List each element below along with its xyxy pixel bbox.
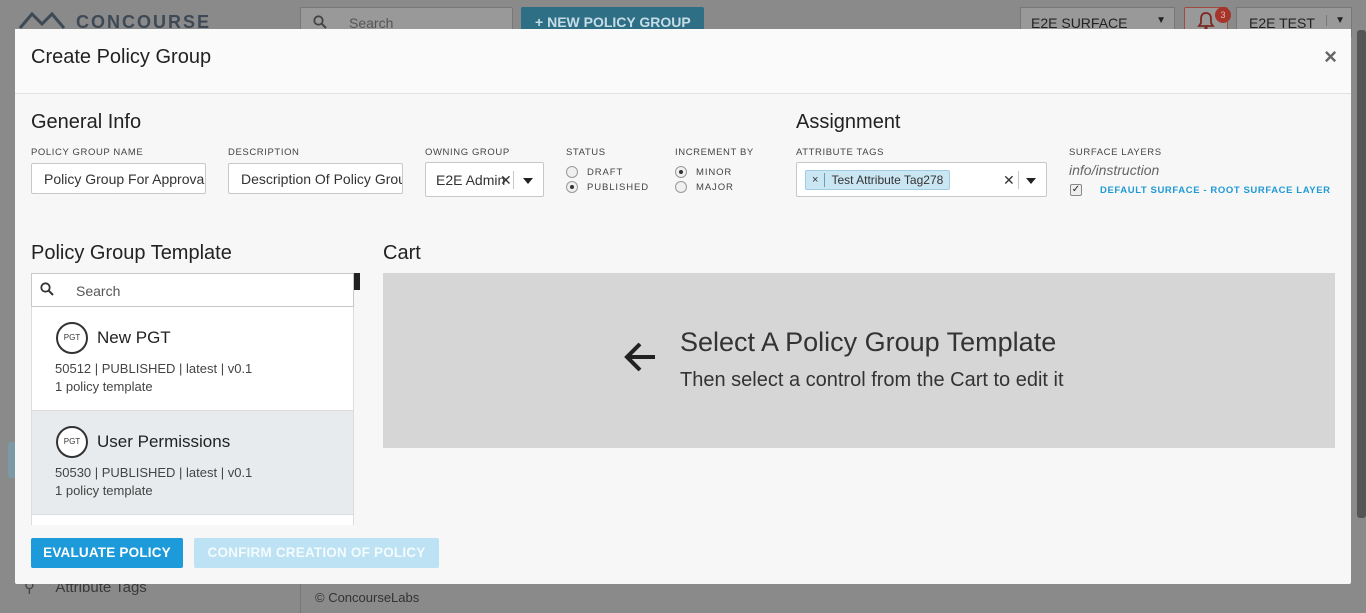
increment-option-minor[interactable]: MINOR — [675, 166, 732, 178]
page-scrollbar[interactable] — [1357, 30, 1366, 518]
description-label: DESCRIPTION — [228, 147, 300, 158]
create-policy-group-modal: Create Policy Group × General Info POLIC… — [15, 29, 1351, 584]
status-label: STATUS — [566, 147, 606, 158]
template-search-placeholder: Search — [76, 283, 121, 299]
arrow-left-icon — [624, 342, 655, 372]
close-icon[interactable]: × — [1324, 44, 1337, 70]
list-item[interactable]: PGT New PGT 50512 | PUBLISHED | latest |… — [32, 307, 353, 411]
increment-by-label: INCREMENT BY — [675, 147, 754, 158]
template-name: New PGT — [97, 328, 171, 347]
owning-group-value: E2E Admin — [436, 172, 506, 188]
policy-group-name-input[interactable]: Policy Group For Approval — [31, 163, 206, 194]
attribute-tags-label: ATTRIBUTE TAGS — [796, 147, 885, 158]
modal-header: Create Policy Group × — [15, 29, 1351, 94]
template-meta: 50530 | PUBLISHED | latest | v0.1 — [55, 465, 253, 480]
footer-copyright: © ConcourseLabs — [315, 590, 420, 605]
evaluate-policy-button[interactable]: EVALUATE POLICY — [31, 538, 183, 568]
top-bar: CONCOURSE Search + NEW POLICY GROUP E2E … — [0, 0, 1366, 37]
template-list-scrollbar[interactable] — [354, 273, 360, 290]
template-count: 1 policy template — [55, 483, 153, 498]
remove-tag-icon[interactable]: × — [806, 173, 826, 187]
new-policy-group-label: NEW POLICY GROUP — [547, 14, 691, 30]
radio-major[interactable] — [675, 181, 687, 193]
chevron-down-icon[interactable] — [1026, 178, 1036, 184]
status-option-draft[interactable]: DRAFT — [566, 166, 623, 178]
template-list: PGT New PGT 50512 | PUBLISHED | latest |… — [31, 307, 354, 525]
cart-empty-state: Select A Policy Group Template Then sele… — [383, 273, 1335, 448]
template-list-panel: Search PGT New PGT 50512 | PUBLISHED | l… — [31, 273, 362, 525]
list-item[interactable]: PGT User Permissions 50530 | PUBLISHED |… — [32, 411, 353, 515]
attribute-tag-label: Test Attribute Tag278 — [831, 173, 944, 187]
increment-option-label: MAJOR — [696, 181, 734, 193]
attribute-tags-select[interactable]: × Test Attribute Tag278 ✕ — [796, 162, 1047, 197]
policy-group-template-heading: Policy Group Template — [31, 242, 232, 264]
clear-icon[interactable]: ✕ — [1003, 172, 1015, 189]
template-name: User Permissions — [97, 432, 231, 451]
content-area — [300, 584, 1352, 613]
chevron-down-icon: ▼ — [1156, 15, 1166, 26]
template-search-input[interactable]: Search — [31, 273, 354, 307]
template-meta: 50512 | PUBLISHED | latest | v0.1 — [55, 361, 253, 376]
clear-icon[interactable]: ✕ — [500, 172, 512, 189]
confirm-creation-button[interactable]: CONFIRM CREATION OF POLICY — [194, 538, 439, 568]
select-divider — [513, 171, 514, 189]
cart-empty-subtitle: Then select a control from the Cart to e… — [680, 369, 1064, 391]
owning-group-label: OWNING GROUP — [425, 147, 510, 158]
radio-minor[interactable] — [675, 166, 687, 178]
plus-icon: + — [535, 14, 544, 30]
status-option-published[interactable]: PUBLISHED — [566, 181, 649, 193]
modal-title: Create Policy Group — [31, 46, 212, 68]
increment-option-major[interactable]: MAJOR — [675, 181, 734, 193]
increment-option-label: MINOR — [696, 166, 733, 178]
owning-group-select[interactable]: E2E Admin ✕ — [425, 162, 544, 197]
cart-heading: Cart — [383, 242, 421, 264]
surface-layer-link[interactable]: DEFAULT SURFACE - ROOT SURFACE LAYER — [1100, 185, 1331, 196]
logo-text: CONCOURSE — [76, 12, 212, 30]
surface-layer-checkbox[interactable]: ✓ — [1070, 184, 1082, 196]
pgt-badge: PGT — [56, 322, 88, 354]
chevron-down-icon[interactable] — [523, 178, 533, 184]
description-input[interactable]: Description Of Policy Group — [228, 163, 403, 194]
surface-layers-label: SURFACE LAYERS — [1069, 147, 1162, 158]
attribute-tag-chip: × Test Attribute Tag278 — [805, 170, 951, 190]
template-count: 1 policy template — [55, 379, 153, 394]
logo-mark-icon — [18, 11, 66, 29]
policy-group-name-label: POLICY GROUP NAME — [31, 147, 144, 158]
radio-draft[interactable] — [566, 166, 578, 178]
notifications-count-badge: 3 — [1215, 7, 1231, 23]
cart-empty-title: Select A Policy Group Template — [680, 327, 1057, 357]
status-option-label: DRAFT — [587, 166, 624, 178]
select-divider — [1018, 171, 1019, 189]
general-info-heading: General Info — [31, 111, 142, 133]
status-option-label: PUBLISHED — [587, 181, 649, 193]
assignment-heading: Assignment — [796, 111, 901, 133]
chevron-down-icon: ▼ — [1326, 15, 1345, 26]
search-icon — [40, 282, 54, 301]
app-logo: CONCOURSE — [18, 10, 218, 30]
radio-published[interactable] — [566, 181, 578, 193]
surface-layers-hint: info/instruction — [1069, 162, 1160, 178]
pgt-badge: PGT — [56, 426, 88, 458]
list-item[interactable] — [32, 515, 353, 525]
